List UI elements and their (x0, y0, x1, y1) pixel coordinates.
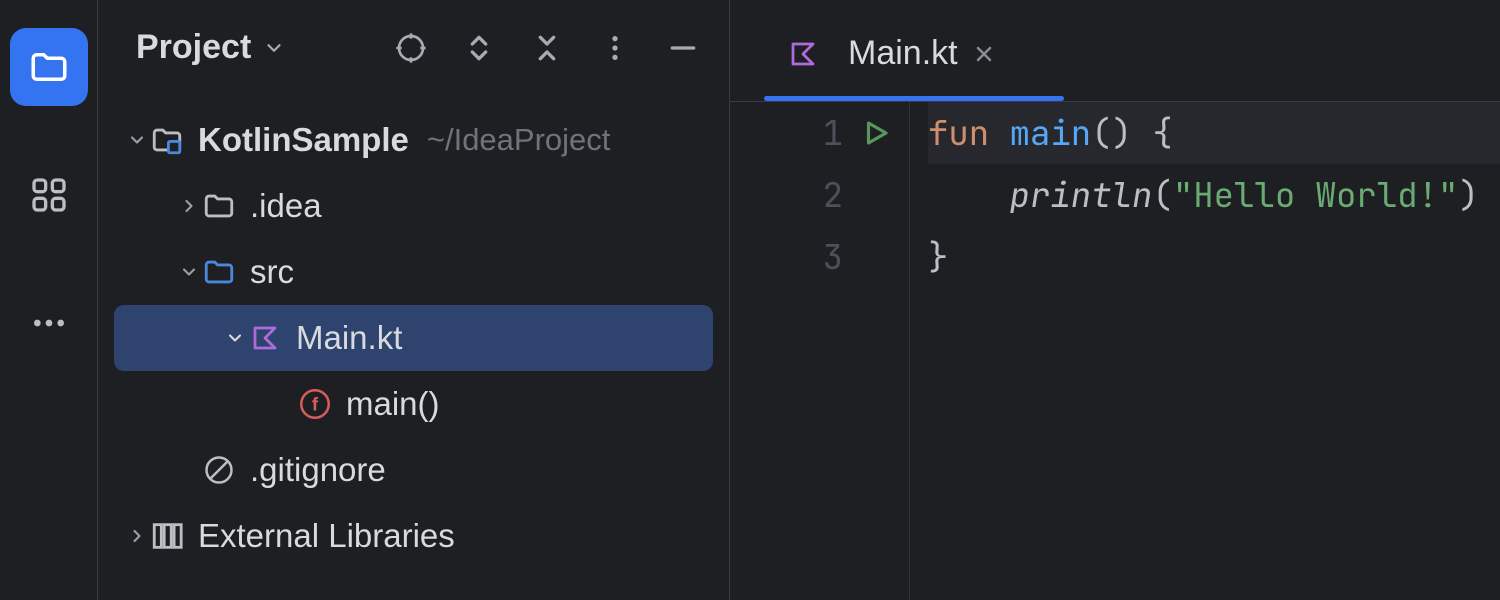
rail-more-button[interactable] (10, 284, 88, 362)
rail-project-button[interactable] (10, 28, 88, 106)
editor-area: Main.kt 1 2 3 fun main() { println("Hell… (730, 0, 1500, 600)
line-number: 3 (823, 235, 843, 280)
tree-item-mainfn[interactable]: f main() (98, 371, 729, 437)
gutter-row-1[interactable]: 1 (730, 102, 909, 164)
code-editor[interactable]: 1 2 3 fun main() { println("Hello World!… (730, 102, 1500, 600)
panel-title[interactable]: Project (136, 28, 285, 67)
tree-item-external-libraries[interactable]: External Libraries (98, 503, 729, 569)
left-tool-rail (0, 0, 98, 600)
panel-title-label: Project (136, 28, 251, 67)
idea-label: .idea (250, 187, 322, 225)
project-tree: KotlinSample ~/IdeaProject .idea src Mai… (98, 107, 729, 600)
tree-item-gitignore[interactable]: .gitignore (98, 437, 729, 503)
dots-vertical-icon[interactable] (599, 32, 631, 64)
ignored-file-icon (204, 455, 234, 485)
folder-icon (28, 46, 70, 88)
project-panel: Project KotlinSample ~/IdeaProject .idea (98, 0, 730, 600)
chevron-down-icon (127, 130, 147, 150)
gutter-row-2[interactable]: 2 (730, 164, 909, 226)
project-path-label: ~/IdeaProject (427, 122, 611, 158)
editor-tab-bar: Main.kt (730, 0, 1500, 102)
gitignore-label: .gitignore (250, 451, 386, 489)
kotlin-file-icon (788, 39, 818, 69)
code-line-2[interactable]: println("Hello World!") (928, 164, 1500, 226)
folder-icon (202, 189, 236, 223)
chevron-down-icon (179, 262, 199, 282)
chevron-down-icon (225, 328, 245, 348)
tree-item-mainkt[interactable]: Main.kt (114, 305, 713, 371)
active-tab-indicator (764, 96, 1064, 101)
chevron-right-icon (179, 196, 199, 216)
line-number: 1 (823, 111, 843, 156)
minimize-icon[interactable] (667, 32, 699, 64)
structure-icon (29, 175, 69, 215)
code-content[interactable]: fun main() { println("Hello World!") } (910, 102, 1500, 600)
editor-tab-mainkt[interactable]: Main.kt (766, 26, 1016, 81)
project-name-label: KotlinSample (198, 121, 409, 159)
expand-all-icon[interactable] (463, 32, 495, 64)
svg-text:f: f (312, 393, 319, 414)
dots-horizontal-icon (29, 303, 69, 343)
close-icon[interactable] (972, 42, 996, 66)
external-libraries-label: External Libraries (198, 517, 455, 555)
rail-structure-button[interactable] (10, 156, 88, 234)
editor-gutter: 1 2 3 (730, 102, 910, 600)
tree-item-project-root[interactable]: KotlinSample ~/IdeaProject (98, 107, 729, 173)
tree-item-src[interactable]: src (98, 239, 729, 305)
code-line-3[interactable]: } (928, 226, 1500, 288)
panel-toolbar (395, 32, 699, 64)
code-line-1[interactable]: fun main() { (928, 102, 1500, 164)
run-icon[interactable] (861, 118, 891, 148)
line-number: 2 (823, 173, 843, 218)
kotlin-file-icon (250, 323, 280, 353)
panel-header: Project (98, 0, 729, 107)
function-icon: f (300, 389, 330, 419)
tab-filename-label: Main.kt (848, 34, 958, 73)
mainkt-label: Main.kt (296, 319, 402, 357)
tree-item-idea[interactable]: .idea (98, 173, 729, 239)
libraries-icon (150, 519, 184, 553)
target-icon[interactable] (395, 32, 427, 64)
src-label: src (250, 253, 294, 291)
collapse-all-icon[interactable] (531, 32, 563, 64)
module-folder-icon (150, 123, 184, 157)
mainfn-label: main() (346, 385, 440, 423)
gutter-row-3[interactable]: 3 (730, 226, 909, 288)
chevron-right-icon (127, 526, 147, 546)
source-folder-icon (202, 255, 236, 289)
chevron-down-icon (263, 37, 285, 59)
